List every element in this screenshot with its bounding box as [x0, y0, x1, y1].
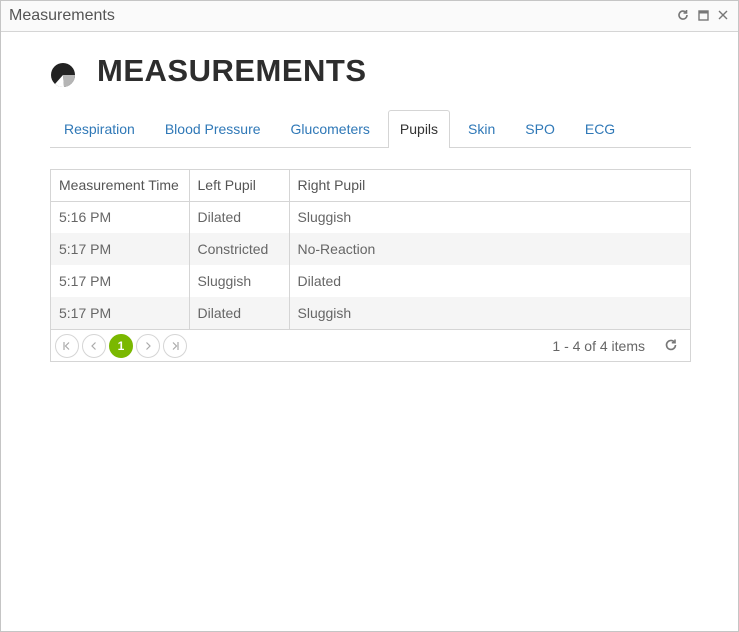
- measurements-window: Measurements MEASUREMENTS Respiration Bl…: [0, 0, 739, 632]
- column-header-measurement-time[interactable]: Measurement Time: [51, 170, 190, 202]
- main-content: MEASUREMENTS Respiration Blood Pressure …: [50, 32, 691, 362]
- chevron-left-icon: [91, 342, 96, 350]
- tab-spo[interactable]: SPO: [513, 110, 567, 147]
- first-page-icon: [63, 342, 70, 350]
- refresh-icon[interactable]: [676, 8, 690, 22]
- pager-nav: 1: [55, 334, 187, 358]
- tab-glucometers[interactable]: Glucometers: [279, 110, 382, 147]
- cell-left-pupil: Constricted: [189, 233, 290, 265]
- refresh-icon[interactable]: [664, 338, 680, 354]
- chevron-right-icon: [146, 342, 151, 350]
- table-row[interactable]: 5:17 PM Dilated Sluggish: [51, 297, 690, 329]
- column-header-left-pupil[interactable]: Left Pupil: [189, 170, 290, 202]
- table-row[interactable]: 5:16 PM Dilated Sluggish: [51, 201, 690, 233]
- cell-left-pupil: Dilated: [189, 201, 290, 233]
- tab-skin[interactable]: Skin: [456, 110, 507, 147]
- first-page-button[interactable]: [55, 334, 79, 358]
- close-icon[interactable]: [716, 8, 730, 22]
- grid-header-row: Measurement Time Left Pupil Right Pupil: [51, 170, 690, 202]
- cell-measurement-time: 5:17 PM: [51, 233, 190, 265]
- grid-pager: 1 1 - 4 of 4 items: [51, 329, 690, 361]
- tab-blood-pressure[interactable]: Blood Pressure: [153, 110, 273, 147]
- table-row[interactable]: 5:17 PM Constricted No-Reaction: [51, 233, 690, 265]
- cell-measurement-time: 5:17 PM: [51, 265, 190, 297]
- cell-right-pupil: Sluggish: [289, 297, 690, 329]
- window-titlebar[interactable]: Measurements: [1, 1, 738, 32]
- cell-left-pupil: Sluggish: [189, 265, 290, 297]
- cell-measurement-time: 5:16 PM: [51, 201, 190, 233]
- current-page-button[interactable]: 1: [109, 334, 133, 358]
- tab-respiration[interactable]: Respiration: [52, 110, 147, 147]
- window-actions: [676, 8, 730, 22]
- cell-left-pupil: Dilated: [189, 297, 290, 329]
- last-page-button[interactable]: [163, 334, 187, 358]
- previous-page-button[interactable]: [82, 334, 106, 358]
- pager-info: 1 - 4 of 4 items: [552, 338, 645, 354]
- maximize-icon[interactable]: [696, 8, 710, 22]
- cell-right-pupil: Sluggish: [297, 209, 352, 226]
- pupils-grid: Measurement Time Left Pupil Right Pupil …: [50, 169, 691, 362]
- page-title: MEASUREMENTS: [97, 53, 367, 88]
- window-title: Measurements: [9, 7, 115, 24]
- last-page-icon: [172, 342, 179, 350]
- cell-right-pupil: Dilated: [297, 273, 342, 289]
- cell-right-pupil: No-Reaction: [289, 233, 690, 265]
- measurement-tabs: Respiration Blood Pressure Glucometers P…: [50, 110, 691, 148]
- tab-pupils[interactable]: Pupils: [387, 110, 451, 148]
- cell-measurement-time: 5:17 PM: [51, 297, 190, 329]
- page-header: MEASUREMENTS: [50, 32, 691, 110]
- pie-chart-icon: [50, 62, 76, 88]
- table-row[interactable]: 5:17 PM Sluggish Dilated: [51, 265, 690, 297]
- tab-ecg[interactable]: ECG: [573, 110, 627, 147]
- column-header-right-pupil[interactable]: Right Pupil: [289, 170, 690, 202]
- next-page-button[interactable]: [136, 334, 160, 358]
